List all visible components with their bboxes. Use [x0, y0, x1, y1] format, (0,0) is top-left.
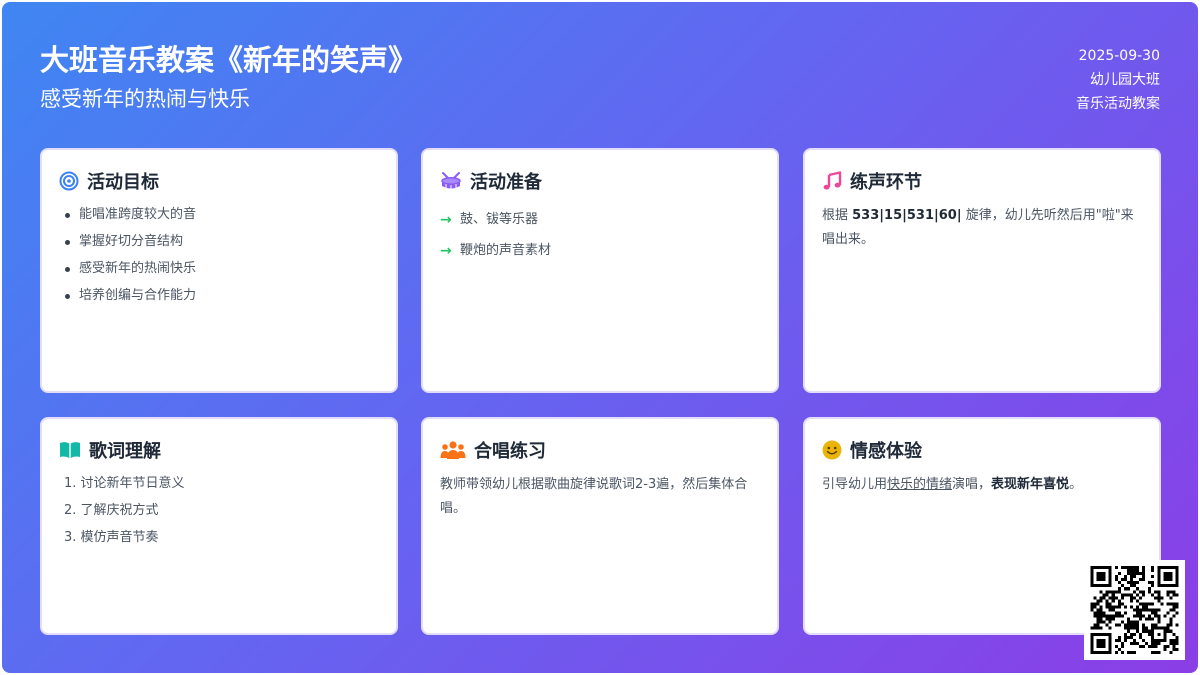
card-lyrics: 歌词理解 1. 讨论新年节日意义 2. 了解庆祝方式 3. 模仿声音节奏 [40, 417, 398, 635]
page-title: 大班音乐教案《新年的笑声》 [40, 43, 418, 77]
list-item: → 鞭炮的声音素材 [440, 235, 760, 266]
emotion-description: 引导幼儿用快乐的情绪演唱，表现新年喜悦。 [822, 473, 1142, 497]
list-item: 感受新年的热闹快乐 [65, 258, 379, 285]
meta-type: 音乐活动教案 [1076, 96, 1160, 112]
card-title-vocal: 练声环节 [850, 172, 922, 193]
card-title-prep: 活动准备 [470, 172, 542, 193]
card-goals: 活动目标 能唱准跨度较大的音 掌握好切分音结构 感受新年的热闹快乐 培养创编与合… [40, 148, 398, 393]
list-item-label: 鼓、钹等乐器 [460, 211, 539, 227]
drum-icon [441, 172, 461, 189]
lesson-plan-slide: 大班音乐教案《新年的笑声》 感受新年的热闹与快乐 2025-09-30 幼儿园大… [2, 2, 1198, 673]
arrow-right-icon: → [440, 242, 452, 259]
card-title-chorus: 合唱练习 [474, 441, 546, 462]
header: 大班音乐教案《新年的笑声》 感受新年的热闹与快乐 2025-09-30 幼儿园大… [40, 42, 1160, 122]
meta-grade: 幼儿园大班 [1090, 72, 1160, 88]
card-title-goals: 活动目标 [87, 172, 159, 193]
meta-date: 2025-09-30 [1078, 48, 1160, 64]
lyrics-list: 1. 讨论新年节日意义 2. 了解庆祝方式 3. 模仿声音节奏 [59, 473, 379, 554]
emotion-text-mid: 演唱， [952, 477, 992, 492]
list-item: 1. 讨论新年节日意义 [64, 476, 185, 491]
emotion-text-post: 。 [1069, 477, 1083, 492]
group-icon [440, 441, 466, 459]
qr-code [1084, 560, 1185, 660]
card-vocal: 练声环节 根据 533|15|531|60| 旋律，幼儿先听然后用"啦"来唱出来… [803, 148, 1161, 393]
vocal-text-pre: 根据 [822, 208, 853, 223]
card-prep: 活动准备 → 鼓、钹等乐器 → 鞭炮的声音素材 [421, 148, 779, 393]
list-item: → 鼓、钹等乐器 [440, 204, 760, 235]
smile-icon [822, 440, 842, 460]
page-subtitle: 感受新年的热闹与快乐 [40, 87, 250, 111]
music-note-icon [823, 171, 842, 190]
emotion-underline: 快乐的情绪 [887, 477, 953, 492]
list-item: 培养创编与合作能力 [65, 285, 379, 312]
prep-list: → 鼓、钹等乐器 → 鞭炮的声音素材 [440, 204, 760, 266]
card-chorus: 合唱练习 教师带领幼儿根据歌曲旋律说歌词2-3遍，然后集体合唱。 [421, 417, 779, 635]
meta-info: 2025-09-30 幼儿园大班 音乐活动教案 [1076, 44, 1160, 116]
list-item: 2. 了解庆祝方式 [64, 503, 159, 518]
list-item: 能唱准跨度较大的音 [65, 204, 379, 231]
list-item: 掌握好切分音结构 [65, 231, 379, 258]
arrow-right-icon: → [440, 211, 452, 228]
vocal-description: 根据 533|15|531|60| 旋律，幼儿先听然后用"啦"来唱出来。 [822, 204, 1142, 252]
card-title-emotion: 情感体验 [850, 441, 922, 462]
melody-notation: 533|15|531|60| [852, 208, 962, 223]
list-item-label: 鞭炮的声音素材 [460, 242, 552, 258]
chorus-description: 教师带领幼儿根据歌曲旋律说歌词2-3遍，然后集体合唱。 [440, 477, 748, 516]
emotion-text-pre: 引导幼儿用 [822, 477, 888, 492]
card-title-lyrics: 歌词理解 [89, 441, 161, 462]
emotion-emphasis: 表现新年喜悦 [991, 477, 1070, 492]
goals-list: 能唱准跨度较大的音 掌握好切分音结构 感受新年的热闹快乐 培养创编与合作能力 [59, 204, 379, 312]
book-icon [60, 442, 80, 458]
target-icon [59, 171, 79, 191]
list-item: 3. 模仿声音节奏 [64, 530, 159, 545]
